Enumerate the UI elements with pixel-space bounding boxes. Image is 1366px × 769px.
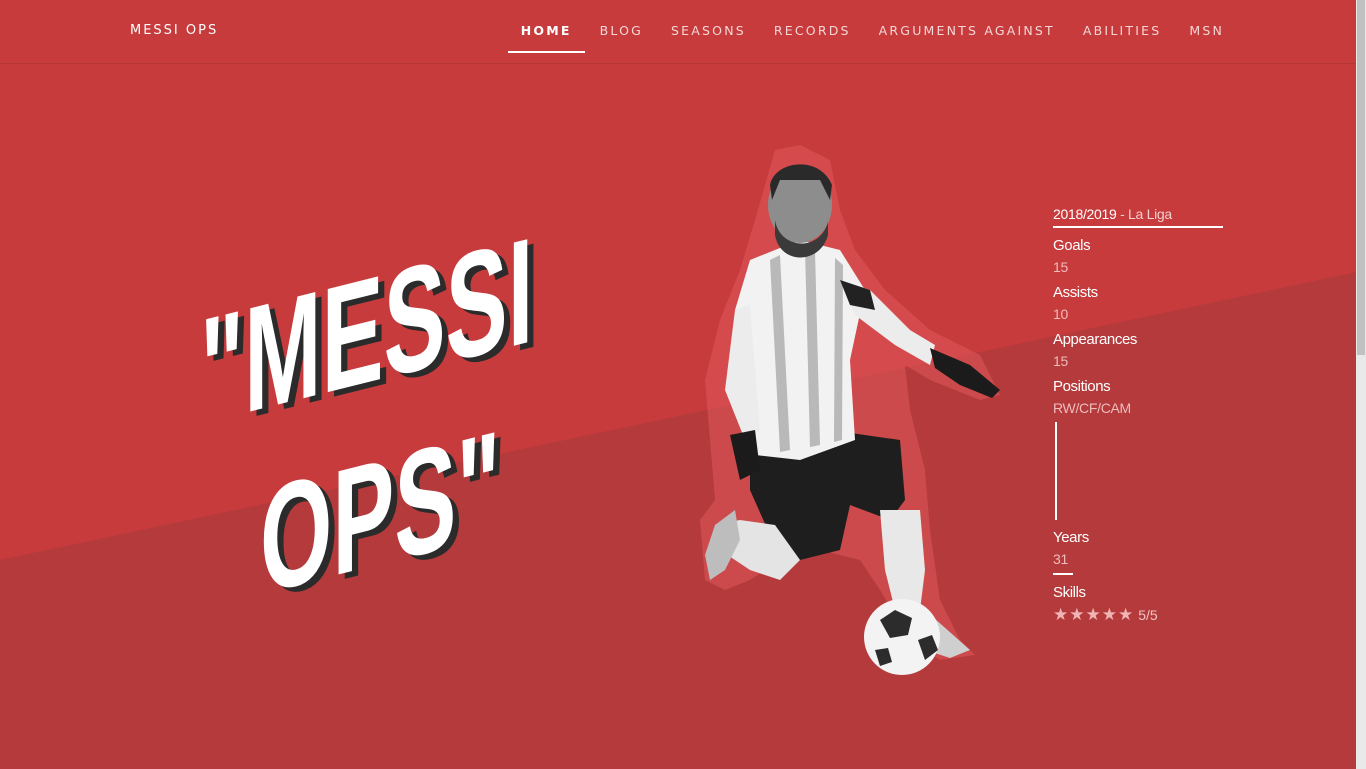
years-value: 31 <box>1053 551 1068 567</box>
nav-item-home[interactable]: HOME <box>507 20 585 53</box>
skills-rating: ★ ★ ★ ★ ★ 5/5 <box>1053 606 1223 623</box>
appearances-value: 15 <box>1053 353 1068 369</box>
goals-value: 15 <box>1053 259 1068 275</box>
skills-label: Skills <box>1053 584 1086 601</box>
appearances-label: Appearances <box>1053 331 1137 348</box>
season-heading: 2018/2019 - La Liga <box>1053 206 1223 228</box>
star-icon: ★ <box>1053 605 1069 624</box>
scrollbar-thumb[interactable] <box>1357 0 1365 355</box>
assists-label: Assists <box>1053 284 1098 301</box>
star-icon: ★ <box>1085 605 1101 624</box>
nav-item-seasons[interactable]: SEASONS <box>671 20 746 49</box>
positions-label: Positions <box>1053 378 1111 395</box>
brand-logo[interactable]: MESSI OPS <box>130 23 218 38</box>
player-image <box>700 145 1000 675</box>
stats-panel: 2018/2019 - La Liga Goals 15 Assists 10 … <box>1053 206 1223 623</box>
season-league: - La Liga <box>1116 206 1172 222</box>
skills-text: 5/5 <box>1138 606 1158 623</box>
short-divider <box>1053 573 1073 575</box>
vertical-divider <box>1055 422 1057 520</box>
star-icon: ★ <box>1069 605 1085 624</box>
hero-headline: "MESSI "MESSI OPS" OPS" <box>200 205 540 620</box>
nav-item-records[interactable]: RECORDS <box>774 20 851 49</box>
years-label: Years <box>1053 529 1089 546</box>
scrollbar[interactable] <box>1356 0 1366 769</box>
top-navigation: MESSI OPS HOME BLOG SEASONS RECORDS ARGU… <box>0 0 1356 64</box>
nav-item-arguments-against[interactable]: ARGUMENTS AGAINST <box>879 20 1055 49</box>
star-icon: ★ <box>1118 605 1134 624</box>
positions-value: RW/CF/CAM <box>1053 400 1131 416</box>
star-icon: ★ <box>1101 605 1117 624</box>
season-year: 2018/2019 <box>1053 206 1117 222</box>
nav-item-msn[interactable]: MSN <box>1189 20 1224 49</box>
assists-value: 10 <box>1053 306 1068 322</box>
nav-item-abilities[interactable]: ABILITIES <box>1083 20 1161 49</box>
goals-label: Goals <box>1053 237 1091 254</box>
nav-item-blog[interactable]: BLOG <box>600 20 643 49</box>
nav-menu: HOME BLOG SEASONS RECORDS ARGUMENTS AGAI… <box>493 20 1224 53</box>
